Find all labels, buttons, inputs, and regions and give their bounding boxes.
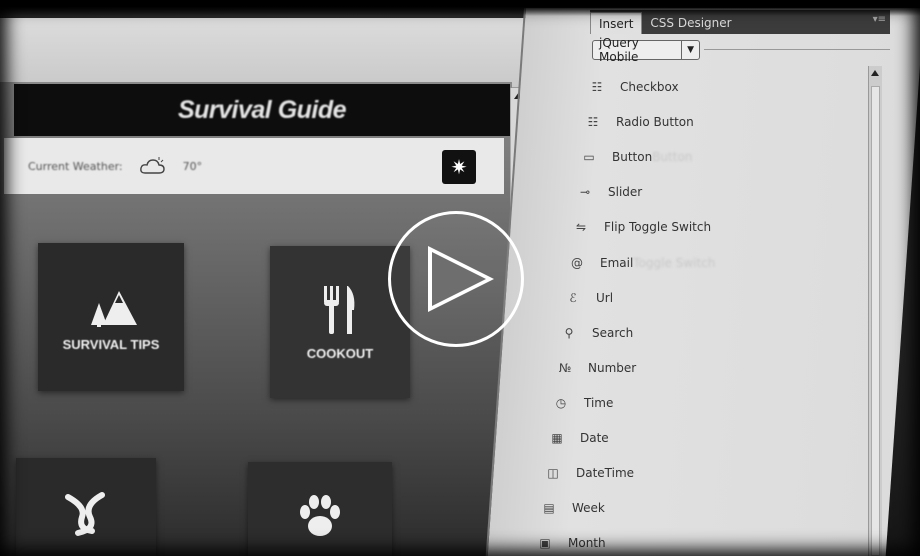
divider <box>704 49 890 50</box>
insert-item-label: Time <box>584 395 614 410</box>
insert-item[interactable]: ☷ Checkbox <box>588 78 679 96</box>
insert-item-label: Flip Toggle Switch <box>604 220 712 235</box>
insert-item[interactable]: ▣ Month <box>536 534 606 552</box>
search-icon: ⚲ <box>564 325 574 340</box>
insert-item[interactable]: ◷ Time <box>552 394 614 412</box>
scroll-up-icon[interactable] <box>871 70 879 76</box>
design-view-toolbar <box>0 18 592 88</box>
insert-item[interactable]: ▦ Date <box>548 429 609 447</box>
ghost-text: Toggle Switch <box>633 255 716 270</box>
insert-item-label: Number <box>588 360 637 375</box>
compass-icon: ✷ <box>450 155 468 179</box>
insert-item-label: Slider <box>608 185 643 200</box>
insert-item-label: Checkbox <box>620 80 679 94</box>
app-title: Survival Guide <box>177 95 347 124</box>
insert-item[interactable]: ☷ Radio Button <box>584 113 694 131</box>
mountain-tree-icon <box>91 290 137 327</box>
tile-label: COOKOUT <box>306 345 374 361</box>
tile-knot[interactable] <box>16 458 156 556</box>
cloud-sun-icon <box>139 157 165 174</box>
scroll-thumb[interactable] <box>871 86 880 556</box>
datetime-icon: ◫ <box>547 466 559 481</box>
week-icon: ▤ <box>543 501 555 516</box>
chevron-down-icon: ▼ <box>681 41 699 59</box>
insert-item-label: Search <box>592 325 634 340</box>
tile-label: SURVIVAL TIPS <box>62 336 160 352</box>
slider-icon: ⊸ <box>579 185 591 200</box>
insert-item[interactable]: @ Email Toggle Switch <box>568 254 715 272</box>
tab-css-designer[interactable]: CSS Designer <box>642 12 739 34</box>
button-icon: ▭ <box>583 150 595 165</box>
insert-item-label: Button <box>612 150 653 165</box>
weather-bar: Current Weather: 70° ✷ <box>4 138 504 194</box>
compass-button[interactable]: ✷ <box>442 150 476 184</box>
clock-icon: ◷ <box>555 395 567 410</box>
insert-item[interactable]: ⇋ Flip Toggle Switch <box>572 218 711 236</box>
insert-item-label: Url <box>596 290 614 305</box>
play-button[interactable] <box>388 211 524 347</box>
calendar-icon: ▦ <box>551 431 563 445</box>
category-value: jQuery Mobile <box>599 36 639 64</box>
panel-menu-icon[interactable]: ▾≡ <box>873 14 886 25</box>
checkbox-list-icon: ☷ <box>591 80 603 94</box>
radio-list-icon: ☷ <box>587 115 599 130</box>
insert-item-label: Month <box>568 536 606 551</box>
insert-item-label: Date <box>580 431 609 445</box>
temperature: 70° <box>182 159 203 173</box>
tab-insert[interactable]: Insert <box>590 12 643 34</box>
category-select[interactable]: jQuery Mobile ▼ <box>592 36 700 64</box>
insert-item[interactable]: ▭ Button Button <box>580 148 692 166</box>
paw-icon <box>300 495 340 536</box>
panel-scrollbar[interactable] <box>868 66 882 556</box>
knot-icon <box>65 492 105 536</box>
insert-item[interactable]: № Number <box>556 359 636 377</box>
insert-item-label: Week <box>572 501 605 516</box>
number-icon: № <box>558 360 572 375</box>
app-header: Survival Guide <box>14 84 510 136</box>
insert-item[interactable]: ⚲ Search <box>560 324 634 342</box>
url-icon: ℰ <box>569 290 577 305</box>
insert-item[interactable]: ℰ Url <box>564 289 613 307</box>
ghost-text: Button <box>652 150 693 165</box>
tile-paw[interactable] <box>248 462 392 556</box>
video-frame: Survival Guide Current Weather: 70° ✷ SU… <box>0 0 920 556</box>
tile-survival-tips[interactable]: SURVIVAL TIPS <box>38 243 184 391</box>
insert-item[interactable]: ◫ DateTime <box>544 464 634 482</box>
insert-item-label: Email <box>600 255 634 270</box>
insert-item[interactable]: ⊸ Slider <box>576 183 642 201</box>
month-icon: ▣ <box>539 536 551 551</box>
play-icon <box>428 246 494 312</box>
email-icon: @ <box>571 255 583 270</box>
weather-label: Current Weather: <box>28 159 123 173</box>
panel-tabs: Insert CSS Designer <box>590 10 890 34</box>
fork-knife-icon <box>324 285 355 334</box>
toggle-switch-icon: ⇋ <box>575 220 587 235</box>
insert-item[interactable]: ▤ Week <box>540 499 605 517</box>
insert-item-label: Radio Button <box>616 115 694 130</box>
insert-item-label: DateTime <box>576 466 635 481</box>
